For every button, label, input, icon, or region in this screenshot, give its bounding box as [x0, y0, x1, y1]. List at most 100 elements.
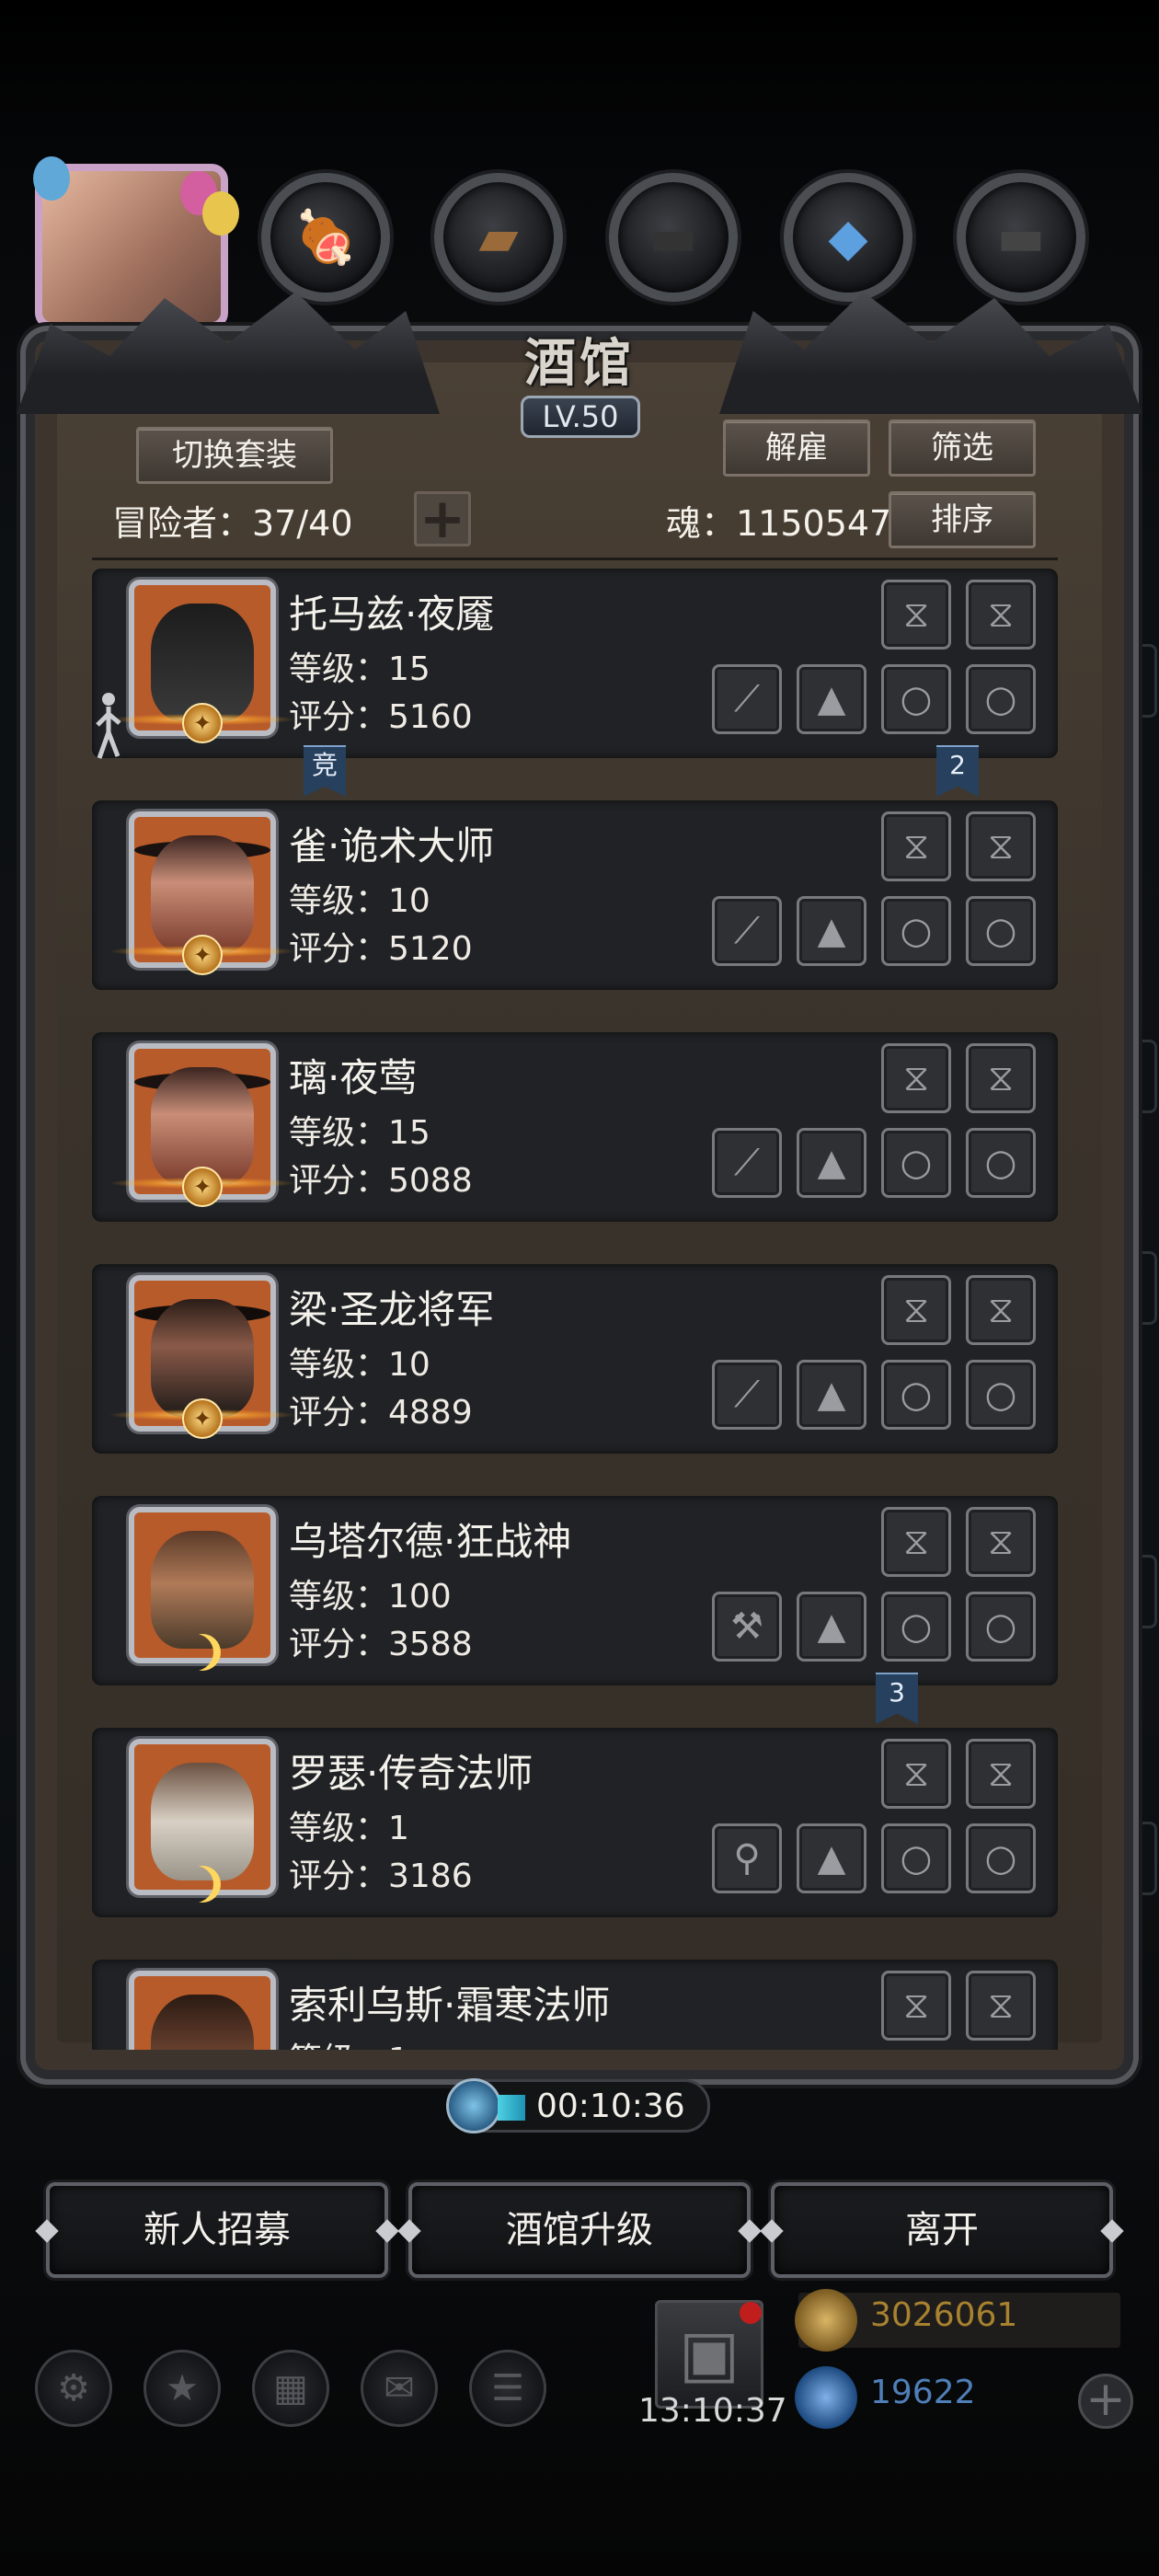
dismiss-button[interactable]: 解雇 [723, 420, 870, 477]
hourglass-slot-icon[interactable]: ⧖ [966, 580, 1036, 650]
team-flag: 2 [936, 745, 979, 797]
ring-icon[interactable]: ○ [966, 1360, 1036, 1430]
crescent-rank-icon [184, 1634, 221, 1671]
leave-button[interactable]: 离开 [771, 2182, 1113, 2278]
hero-name: 罗瑟·传奇法师 [289, 1751, 534, 1796]
hourglass-slot-icon[interactable]: ⧖ [966, 1043, 1036, 1113]
hero-card[interactable]: ✦ 雀·诡术大师 等级：10 评分：5120 ⧖ ⧖ ⟋ ▲ ○ ○ [92, 800, 1058, 990]
ring-icon[interactable]: ○ [966, 1128, 1036, 1198]
hero-score: 评分：5120 [289, 930, 473, 968]
crescent-rank-icon [184, 1866, 221, 1903]
balloon-decoration [202, 191, 239, 236]
hourglass-slot-icon[interactable]: ⧖ [966, 811, 1036, 881]
ring-icon[interactable]: ○ [881, 1823, 951, 1893]
hero-card[interactable]: ✦ 梁·圣龙将军 等级：10 评分：4889 ⧖ ⧖ ⟋ ▲ ○ ○ [92, 1264, 1058, 1454]
hero-level: 等级：100 [289, 1578, 452, 1616]
hourglass-slot-icon[interactable]: ⧖ [881, 811, 951, 881]
meat-resource-icon[interactable]: 🍖 [261, 173, 390, 302]
hero-card[interactable]: 罗瑟·传奇法师 等级：1 评分：3186 ⧖ ⧖ ⚲ ▲ ○ ○ [92, 1728, 1058, 1917]
armor-icon[interactable]: ▲ [797, 896, 866, 966]
axe-icon[interactable]: ⚒ [712, 1592, 782, 1662]
armor-icon[interactable]: ▲ [797, 1592, 866, 1662]
hero-score: 评分：5088 [289, 1162, 473, 1200]
ring-icon[interactable]: ○ [881, 1592, 951, 1662]
timer-progress [498, 2095, 525, 2121]
hourglass-slot-icon[interactable]: ⧖ [881, 580, 951, 650]
map-icon[interactable]: ▦ [252, 2350, 329, 2427]
crystal-resource-icon[interactable]: ◆ [784, 173, 912, 302]
recruit-button[interactable]: 新人招募 [46, 2182, 388, 2278]
competition-flag: 竞 [304, 745, 346, 797]
hero-card[interactable]: 乌塔尔德·狂战神 等级：100 评分：3588 ⧖ ⧖ ⚒ ▲ ○ ○ [92, 1496, 1058, 1685]
ring-icon[interactable]: ○ [966, 1823, 1036, 1893]
hourglass-slot-icon[interactable]: ⧖ [881, 1507, 951, 1577]
adventurer-list[interactable]: ✦ 托马兹·夜魇 等级：15 评分：5160 ⧖ ⧖ ⟋ ▲ ○ ○ 竞 2 ✦… [92, 563, 1058, 2050]
ring-icon[interactable]: ○ [881, 1128, 951, 1198]
header-divider [92, 558, 1058, 560]
ring-icon[interactable]: ○ [881, 896, 951, 966]
blade-icon[interactable]: ⟋ [712, 896, 782, 966]
hero-name: 梁·圣龙将军 [289, 1287, 495, 1332]
wood-resource-icon[interactable]: ▰ [434, 173, 563, 302]
hero-name: 璃·夜莺 [289, 1055, 418, 1100]
hero-level: 等级：15 [289, 650, 430, 688]
ring-icon[interactable]: ○ [966, 896, 1036, 966]
iron-resource-icon[interactable]: ▬ [609, 173, 738, 302]
staff-icon[interactable]: ⚲ [712, 1823, 782, 1893]
gold-amount: 3026061 [870, 2296, 1018, 2334]
hero-level: 等级：10 [289, 1346, 430, 1384]
blade-icon[interactable]: ⟋ [712, 664, 782, 734]
switch-outfit-button[interactable]: 切换套装 [136, 427, 333, 484]
hourglass-slot-icon[interactable]: ⧖ [966, 1507, 1036, 1577]
ring-icon[interactable]: ○ [881, 1360, 951, 1430]
notification-dot [740, 2302, 762, 2324]
gem-amount: 19622 [870, 2374, 976, 2411]
hero-portrait [129, 1971, 276, 2050]
hero-name: 乌塔尔德·狂战神 [289, 1519, 572, 1564]
chat-icon[interactable]: ☰ [469, 2350, 546, 2427]
armor-icon[interactable]: ▲ [797, 1128, 866, 1198]
hourglass-slot-icon[interactable]: ⧖ [966, 1275, 1036, 1345]
rank-emblem-icon: ✦ [182, 703, 223, 743]
hourglass-slot-icon[interactable]: ⧖ [881, 1971, 951, 2041]
hourglass-slot-icon[interactable]: ⧖ [881, 1275, 951, 1345]
hero-score: 评分：3588 [289, 1626, 473, 1663]
ore-resource-icon[interactable]: ▬ [957, 173, 1085, 302]
armor-icon[interactable]: ▲ [797, 1360, 866, 1430]
ring-icon[interactable]: ○ [966, 1592, 1036, 1662]
hero-name: 索利乌斯·霜寒法师 [289, 1983, 611, 2028]
mail-icon[interactable]: ✉ [361, 2350, 438, 2427]
rank-emblem-icon: ✦ [182, 935, 223, 975]
soul-count: 魂：1150547 [666, 503, 892, 544]
armor-icon[interactable]: ▲ [797, 1823, 866, 1893]
star-icon[interactable]: ★ [143, 2350, 221, 2427]
hero-level: 等级：1 [289, 1810, 409, 1847]
hero-score: 评分：4889 [289, 1394, 473, 1432]
hero-score: 评分：5160 [289, 698, 473, 736]
hero-card[interactable]: 索利乌斯·霜寒法师 等级：1 ⧖ ⧖ [92, 1960, 1058, 2050]
hero-card[interactable]: ✦ 璃·夜莺 等级：15 评分：5088 ⧖ ⧖ ⟋ ▲ ○ ○ [92, 1032, 1058, 1222]
walking-figure-icon [96, 693, 121, 759]
hourglass-slot-icon[interactable]: ⧖ [881, 1739, 951, 1809]
filter-button[interactable]: 筛选 [889, 420, 1036, 477]
armor-icon[interactable]: ▲ [797, 664, 866, 734]
hero-level: 等级：10 [289, 882, 430, 920]
expand-slots-button[interactable]: + [414, 491, 471, 546]
blade-icon[interactable]: ⟋ [712, 1128, 782, 1198]
balloon-decoration [33, 156, 70, 201]
ring-icon[interactable]: ○ [881, 664, 951, 734]
settings-icon[interactable]: ⚙ [35, 2350, 112, 2427]
hud-clock: 13:10:37 [638, 2392, 787, 2430]
rank-emblem-icon: ✦ [182, 1167, 223, 1207]
team-flag: 3 [876, 1673, 918, 1724]
sort-button[interactable]: 排序 [889, 491, 1036, 548]
hourglass-slot-icon[interactable]: ⧖ [881, 1043, 951, 1113]
hourglass-slot-icon[interactable]: ⧖ [966, 1971, 1036, 2041]
add-currency-button[interactable]: + [1078, 2374, 1133, 2429]
ring-icon[interactable]: ○ [966, 664, 1036, 734]
hero-card[interactable]: ✦ 托马兹·夜魇 等级：15 评分：5160 ⧖ ⧖ ⟋ ▲ ○ ○ [92, 569, 1058, 758]
hourglass-slot-icon[interactable]: ⧖ [966, 1739, 1036, 1809]
rank-emblem-icon: ✦ [182, 1398, 223, 1439]
spear-icon[interactable]: ⟋ [712, 1360, 782, 1430]
tavern-upgrade-button[interactable]: 酒馆升级 [408, 2182, 751, 2278]
